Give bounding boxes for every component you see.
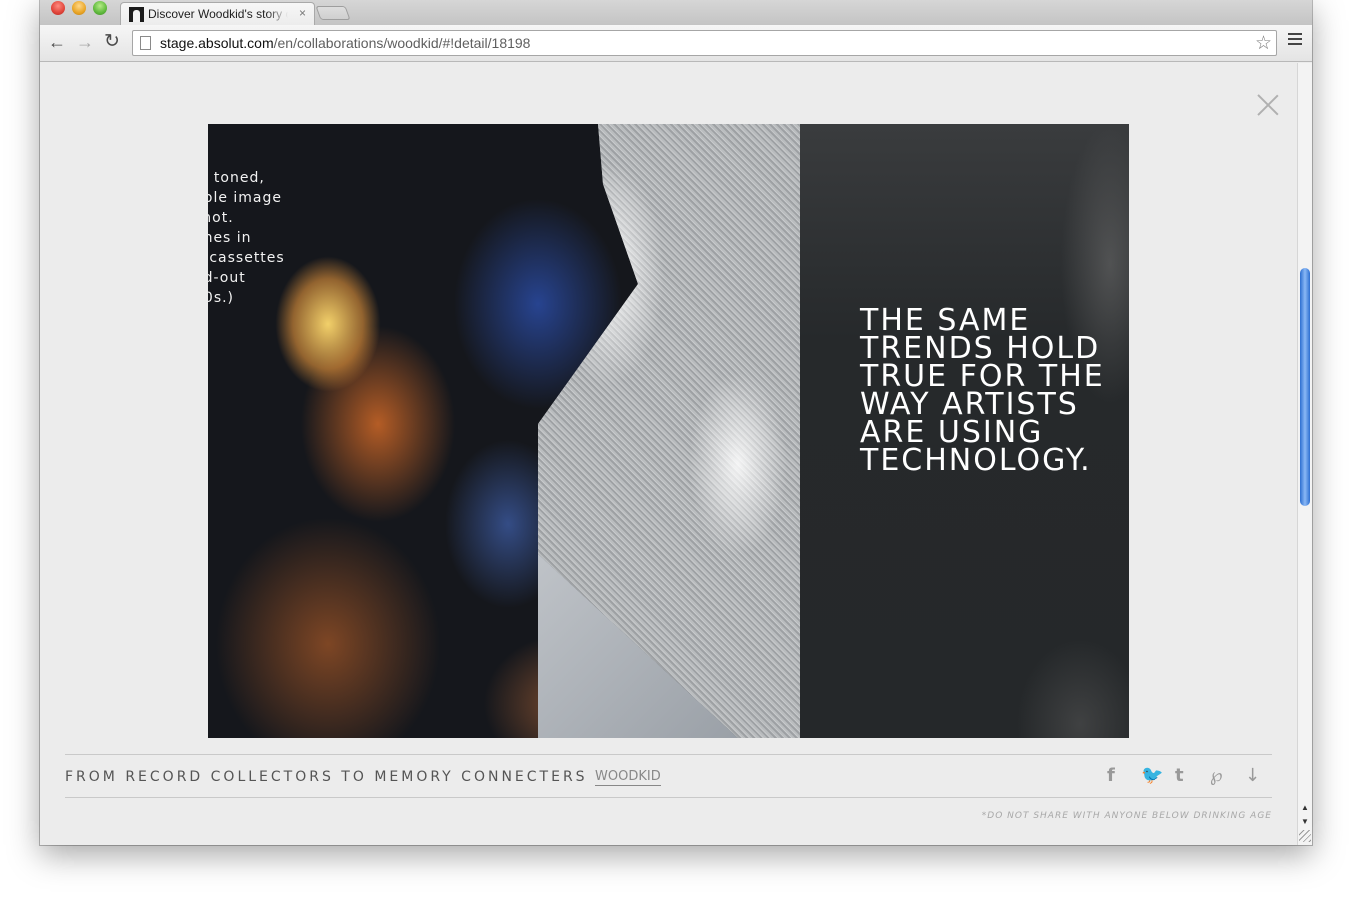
zoom-window-button[interactable] <box>93 1 107 15</box>
forward-button[interactable]: → <box>76 33 94 51</box>
menu-icon[interactable] <box>1288 33 1302 45</box>
vertical-scrollbar[interactable]: ▲ ▼ <box>1297 63 1312 845</box>
browser-window: Discover Woodkid's story o × ← → ↻ stage… <box>40 0 1312 845</box>
download-icon[interactable]: ↓ <box>1245 765 1260 786</box>
scroll-up-arrow-icon[interactable]: ▲ <box>1301 803 1309 812</box>
scroll-down-arrow-icon[interactable]: ▼ <box>1301 817 1309 826</box>
tab-active[interactable]: Discover Woodkid's story o × <box>120 2 315 25</box>
scroll-thumb[interactable] <box>1300 268 1310 506</box>
tab-close-icon[interactable]: × <box>299 6 306 20</box>
divider <box>65 754 1272 755</box>
close-window-button[interactable] <box>51 1 65 15</box>
url-text[interactable]: stage.absolut.com/en/collaborations/wood… <box>160 35 530 51</box>
address-bar[interactable]: stage.absolut.com/en/collaborations/wood… <box>132 30 1277 56</box>
url-host: stage.absolut.com <box>160 35 274 51</box>
hero-side-text: ia toned, nole image shot. ones in d cas… <box>208 170 285 306</box>
age-disclaimer: *DO NOT SHARE WITH ANYONE BELOW DRINKING… <box>981 811 1272 821</box>
facebook-icon[interactable]: f <box>1107 765 1115 786</box>
new-tab-button[interactable] <box>315 6 351 20</box>
page-content: ia toned, nole image shot. ones in d cas… <box>40 63 1297 845</box>
back-button[interactable]: ← <box>48 33 66 51</box>
toolbar: ← → ↻ stage.absolut.com/en/collaboration… <box>40 25 1312 62</box>
hero-image: ia toned, nole image shot. ones in d cas… <box>208 124 1129 738</box>
bookmark-star-icon[interactable]: ☆ <box>1255 32 1272 55</box>
favicon-icon <box>129 7 144 22</box>
resize-grip-icon[interactable] <box>1299 830 1311 842</box>
twitter-icon[interactable]: 🐦 <box>1141 765 1163 786</box>
divider <box>65 797 1272 798</box>
minimize-window-button[interactable] <box>72 1 86 15</box>
page-icon <box>140 36 151 50</box>
tab-strip: Discover Woodkid's story o × <box>40 0 1312 25</box>
pinterest-icon[interactable]: ℘ <box>1210 765 1223 786</box>
woodkid-tag-link[interactable]: WOODKID <box>595 769 661 786</box>
hero-quote: THE SAME TRENDS HOLD TRUE FOR THE WAY AR… <box>860 303 1105 478</box>
close-icon[interactable] <box>1257 94 1279 116</box>
tab-title: Discover Woodkid's story o <box>148 7 288 21</box>
tumblr-icon[interactable]: t <box>1175 765 1184 786</box>
story-caption: FROM RECORD COLLECTORS TO MEMORY CONNECT… <box>65 769 588 785</box>
reload-button[interactable]: ↻ <box>104 32 120 51</box>
url-path: /en/collaborations/woodkid/#!detail/1819… <box>273 35 531 51</box>
